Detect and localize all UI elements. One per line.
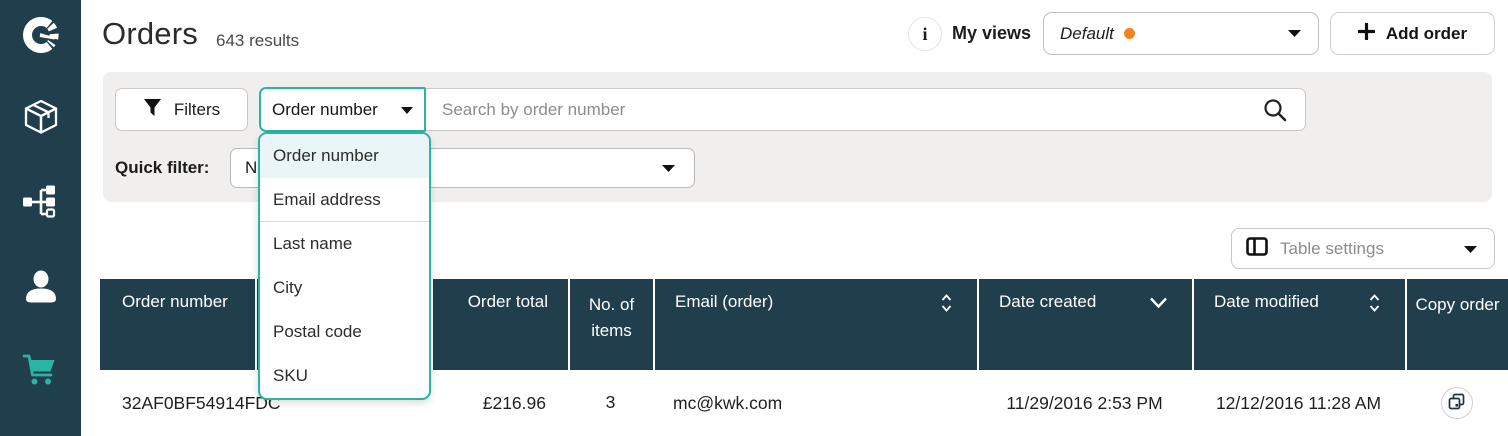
- gauge-logo-icon: [19, 13, 63, 62]
- search-icon[interactable]: [1262, 97, 1288, 128]
- column-header-no-of-items[interactable]: No. of items: [568, 279, 653, 370]
- page-title: Orders: [102, 16, 198, 52]
- menu-item-email-address[interactable]: Email address: [260, 178, 429, 222]
- app-logo[interactable]: [0, 13, 81, 62]
- chevron-down-icon: [661, 158, 676, 178]
- filters-button[interactable]: Filters: [115, 88, 248, 131]
- info-icon: i: [922, 24, 927, 45]
- column-header-order-total[interactable]: Order total: [431, 279, 568, 370]
- sort-both-icon[interactable]: [940, 294, 953, 317]
- table-settings-label: Table settings: [1280, 239, 1384, 259]
- menu-item-sku[interactable]: SKU: [260, 354, 429, 398]
- info-button[interactable]: i: [908, 17, 942, 51]
- cell-date-created: 11/29/2016 2:53 PM: [977, 370, 1192, 436]
- add-order-button[interactable]: Add order: [1330, 12, 1495, 55]
- cell-email: mc@kwk.com: [653, 370, 977, 436]
- sidebar-item-products[interactable]: [0, 97, 81, 142]
- results-count: 643 results: [216, 31, 299, 51]
- menu-item-city[interactable]: City: [260, 266, 429, 310]
- menu-item-postal-code[interactable]: Postal code: [260, 310, 429, 354]
- cell-copy-order: [1405, 370, 1508, 436]
- orders-page: Orders 643 results i My views Default Ad…: [0, 0, 1508, 436]
- column-header-email-order[interactable]: Email (order): [653, 279, 977, 370]
- column-header-date-modified[interactable]: Date modified: [1192, 279, 1405, 370]
- search-field-menu: Order number Email address Last name Cit…: [258, 132, 431, 400]
- column-label: Order number: [122, 292, 228, 311]
- search-input[interactable]: [424, 88, 1306, 131]
- column-header-date-created[interactable]: Date created: [977, 279, 1192, 370]
- cart-icon: [21, 352, 61, 395]
- column-label: Order total: [468, 292, 548, 311]
- search-field-value: Order number: [272, 100, 378, 120]
- filters-label: Filters: [174, 100, 220, 120]
- column-label: Date modified: [1214, 292, 1319, 311]
- search-field-selector[interactable]: Order number: [259, 87, 426, 132]
- cell-date-modified: 12/12/2016 11:28 AM: [1192, 370, 1405, 436]
- cell-no-of-items: 3: [568, 370, 653, 436]
- column-label: Copy order: [1415, 295, 1499, 314]
- my-views-label: My views: [952, 23, 1031, 44]
- package-icon: [21, 97, 61, 142]
- cell-order-total: £216.96: [431, 370, 568, 436]
- copy-order-button[interactable]: [1441, 387, 1473, 419]
- column-label: Email (order): [675, 292, 773, 311]
- chevron-down-icon: [400, 100, 414, 120]
- plus-icon: [1358, 23, 1375, 45]
- copy-icon: [1448, 393, 1465, 413]
- column-header-copy-order: Copy order: [1405, 279, 1508, 370]
- cell-order-number: 32AF0BF54914FDC: [100, 370, 255, 436]
- view-status-dot: [1124, 28, 1135, 39]
- flow-icon: [22, 184, 60, 225]
- search-box: [424, 88, 1306, 131]
- sidebar-item-customers[interactable]: [0, 268, 81, 311]
- table-settings-dropdown[interactable]: Table settings: [1231, 228, 1495, 269]
- columns-icon: [1246, 237, 1268, 261]
- column-header-order-number[interactable]: Order number: [100, 279, 255, 370]
- add-order-label: Add order: [1386, 24, 1467, 44]
- chevron-down-icon: [1287, 25, 1302, 43]
- column-label: No. of items: [589, 295, 634, 340]
- menu-item-last-name[interactable]: Last name: [260, 222, 429, 266]
- column-label: Date created: [999, 292, 1096, 311]
- sidebar-item-flows[interactable]: [0, 184, 81, 225]
- sidebar: [0, 0, 81, 436]
- views-dropdown[interactable]: Default: [1043, 12, 1319, 55]
- funnel-icon: [143, 98, 162, 122]
- sort-both-icon[interactable]: [1368, 294, 1381, 317]
- user-icon: [22, 268, 60, 311]
- chevron-down-icon: [1463, 239, 1478, 259]
- views-dropdown-value: Default: [1060, 24, 1114, 44]
- quick-filter-label: Quick filter:: [115, 158, 209, 178]
- sort-desc-icon[interactable]: [1149, 294, 1168, 314]
- menu-item-order-number[interactable]: Order number: [260, 134, 429, 178]
- sidebar-item-orders[interactable]: [0, 352, 81, 395]
